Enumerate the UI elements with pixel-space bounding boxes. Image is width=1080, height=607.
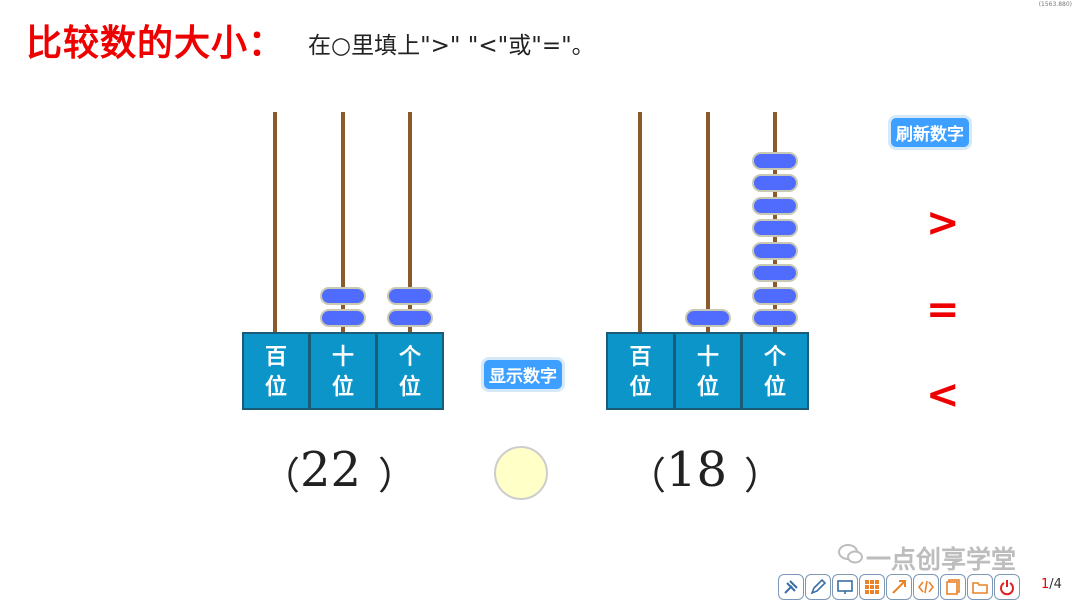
- page-indicator: 1/4: [1041, 577, 1062, 592]
- right-paren-open: （: [628, 454, 667, 498]
- bead-left-2-1[interactable]: [387, 286, 433, 305]
- left-number: 22: [300, 442, 362, 498]
- page-total: 4: [1053, 577, 1062, 592]
- bead-right-2-5[interactable]: [752, 196, 798, 215]
- rod-tens-right: [706, 112, 710, 332]
- folder-icon[interactable]: [967, 574, 993, 600]
- bead-right-2-3[interactable]: [752, 241, 798, 260]
- place-hundreds-left: 百 位: [242, 332, 310, 410]
- board-icon[interactable]: [832, 574, 858, 600]
- left-paren-open: （: [262, 454, 301, 498]
- resize-icon[interactable]: [886, 574, 912, 600]
- power-icon[interactable]: [994, 574, 1020, 600]
- bead-right-2-0[interactable]: [752, 309, 798, 327]
- pages-icon[interactable]: [940, 574, 966, 600]
- left-paren-close: ）: [378, 454, 417, 498]
- instruction-text: 在○里填上">" "<"或"="。: [308, 33, 595, 59]
- equal-option[interactable]: =: [926, 287, 960, 333]
- pen-icon[interactable]: [805, 574, 831, 600]
- place-hundreds-right: 百 位: [606, 332, 675, 410]
- bead-right-1-0[interactable]: [685, 309, 731, 327]
- right-number: 18: [666, 442, 728, 498]
- place-ones-right: 个 位: [741, 332, 809, 410]
- bottom-toolbar: [778, 574, 1020, 602]
- rod-hundreds-right: [638, 112, 642, 332]
- bead-right-2-7[interactable]: [752, 151, 798, 170]
- code-icon[interactable]: [913, 574, 939, 600]
- bead-left-2-0[interactable]: [387, 309, 433, 327]
- right-paren-close: ）: [744, 454, 783, 498]
- bead-right-2-1[interactable]: [752, 286, 798, 305]
- tools-icon[interactable]: [778, 574, 804, 600]
- bead-right-2-6[interactable]: [752, 174, 798, 192]
- less-than-option[interactable]: <: [926, 372, 960, 418]
- greater-than-option[interactable]: >: [926, 200, 960, 246]
- rod-hundreds-left: [273, 112, 277, 332]
- watermark-text: 一点创享学堂: [866, 545, 1017, 574]
- bead-left-1-0[interactable]: [320, 309, 366, 327]
- wechat-icon: [838, 544, 863, 564]
- bead-right-2-4[interactable]: [752, 219, 798, 237]
- answer-circle[interactable]: [494, 446, 548, 500]
- refresh-number-button[interactable]: 刷新数字: [891, 118, 969, 147]
- grid-icon[interactable]: [859, 574, 885, 600]
- place-ones-left: 个 位: [376, 332, 444, 410]
- place-tens-left: 十 位: [309, 332, 377, 410]
- show-number-button[interactable]: 显示数字: [484, 360, 562, 389]
- page-title: 比较数的大小：: [26, 23, 286, 64]
- coordinate-readout: (1563.880): [1038, 1, 1072, 8]
- place-tens-right: 十 位: [674, 332, 742, 410]
- bead-left-1-1[interactable]: [320, 286, 366, 305]
- bead-right-2-2[interactable]: [752, 264, 798, 282]
